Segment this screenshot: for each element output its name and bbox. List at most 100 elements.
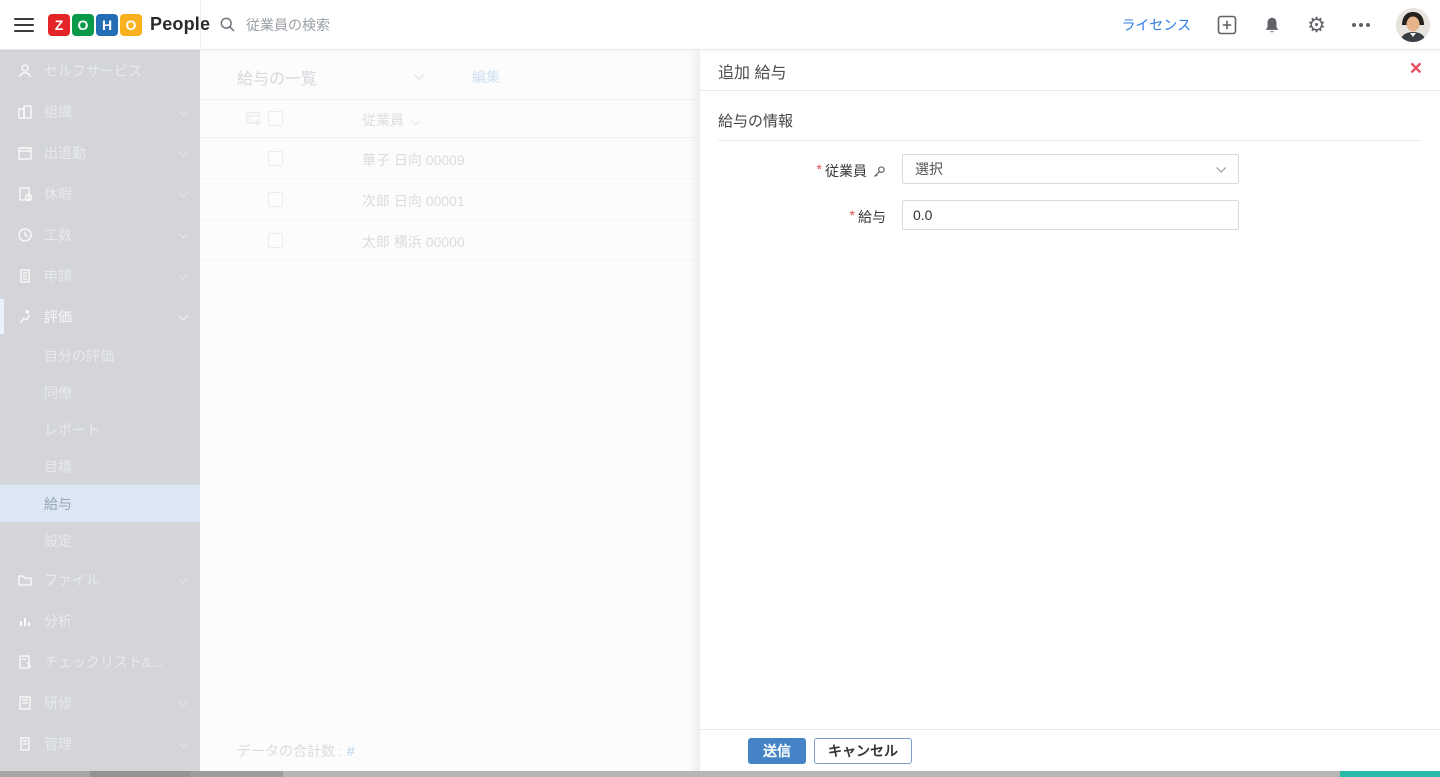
- employee-name: 太郎 横浜 00000: [362, 232, 465, 252]
- select-all-checkbox[interactable]: [268, 111, 283, 126]
- chevron-down-icon: [178, 697, 188, 707]
- sidebar-item-goals[interactable]: 目標: [0, 448, 200, 485]
- sidebar-item-my-review[interactable]: 自分の評価: [0, 337, 200, 374]
- top-bar: ZOHO People ライセンス ⚙: [0, 0, 1440, 50]
- user-avatar[interactable]: [1396, 8, 1430, 42]
- calendar-icon: [16, 144, 33, 161]
- list-title: 給与の一覧: [237, 65, 317, 89]
- chevron-down-icon: [178, 738, 188, 748]
- chevron-down-icon: [178, 147, 188, 157]
- employee-name: 次郎 日向 00001: [362, 191, 465, 211]
- salary-field-label: *給与: [700, 207, 886, 227]
- sidebar-item-label: 組織: [44, 102, 72, 122]
- chevron-down-icon: [178, 574, 188, 584]
- sidebar-item-label: 管理: [44, 734, 72, 754]
- sidebar-item-admin[interactable]: 管理: [0, 723, 200, 764]
- sidebar-item-label: 自分の評価: [44, 346, 114, 366]
- logo-letter-box: O: [120, 14, 142, 36]
- sidebar-item-training[interactable]: 研修: [0, 682, 200, 723]
- sidebar-item-checklist[interactable]: チェックリスト&...: [0, 641, 200, 682]
- required-mark: *: [850, 207, 855, 223]
- record-count-value: #: [347, 743, 355, 759]
- add-column-icon[interactable]: [245, 110, 262, 132]
- horizontal-scrollbar[interactable]: [0, 771, 1440, 777]
- section-title: 給与の情報: [718, 110, 793, 131]
- search-icon: [219, 16, 236, 33]
- sidebar-item-label: 出退勤: [44, 143, 86, 163]
- sidebar-item-label: ファイル: [44, 570, 100, 590]
- sidebar-item-label: セルフサービス: [44, 61, 142, 81]
- license-link[interactable]: ライセンス: [1121, 15, 1191, 35]
- sidebar-item-label: チェックリスト&...: [44, 652, 163, 672]
- sidebar-item-label: 同僚: [44, 383, 72, 403]
- global-search: [200, 0, 1020, 49]
- panel-footer: 送信 キャンセル: [700, 729, 1440, 772]
- sidebar-item-performance[interactable]: 評価: [0, 296, 200, 337]
- sidebar-item-files[interactable]: ファイル: [0, 559, 200, 600]
- sidebar-item-label: 申請: [44, 266, 72, 286]
- sidebar-item-colleagues[interactable]: 同僚: [0, 374, 200, 411]
- employee-select[interactable]: 選択: [902, 154, 1239, 184]
- zoho-people-logo[interactable]: ZOHO People: [48, 14, 210, 36]
- hamburger-menu-icon[interactable]: [14, 14, 34, 36]
- sort-chevron-down-icon: [411, 117, 419, 125]
- sidebar-item-organization[interactable]: 組織: [0, 91, 200, 132]
- employee-field-row: *従業員 選択: [700, 154, 1440, 186]
- add-box-icon[interactable]: [1217, 15, 1237, 35]
- submit-button[interactable]: 送信: [748, 738, 806, 764]
- lookup-key-icon: [872, 165, 886, 182]
- sidebar-item-label: レポート: [44, 420, 100, 440]
- sidebar-item-leave[interactable]: 休暇: [0, 173, 200, 214]
- logo-letter-box: O: [72, 14, 94, 36]
- edit-link[interactable]: 編集: [472, 67, 500, 87]
- required-mark: *: [817, 161, 822, 177]
- close-icon[interactable]: ×: [1410, 55, 1422, 82]
- sidebar-item-salary[interactable]: 給与: [0, 485, 200, 522]
- chevron-down-icon: [178, 311, 188, 321]
- sidebar-item-reports[interactable]: レポート: [0, 411, 200, 448]
- chevron-down-icon: [178, 229, 188, 239]
- performance-icon: [16, 308, 33, 325]
- salary-field-row: *給与: [700, 200, 1440, 232]
- sidebar-item-label: 研修: [44, 693, 72, 713]
- row-checkbox[interactable]: [268, 151, 283, 166]
- sidebar-item-attendance[interactable]: 出退勤: [0, 132, 200, 173]
- folder-icon: [16, 571, 33, 588]
- employee-name: 華子 日向 00009: [362, 150, 465, 170]
- user-icon: [16, 62, 33, 79]
- row-checkbox[interactable]: [268, 233, 283, 248]
- book-icon: [16, 694, 33, 711]
- panel-header: 追加 給与 ×: [700, 50, 1440, 91]
- sidebar-item-label: 目標: [44, 457, 72, 477]
- checklist-icon: [16, 653, 33, 670]
- sidebar-item-settings[interactable]: 設定: [0, 522, 200, 559]
- bell-icon[interactable]: [1263, 16, 1281, 35]
- sidebar-item-label: 給与: [44, 494, 72, 514]
- leave-icon: [16, 185, 33, 202]
- clock-icon: [16, 226, 33, 243]
- more-icon[interactable]: [1352, 23, 1370, 27]
- sidebar-item-timesheet[interactable]: 工数: [0, 214, 200, 255]
- employee-field-label: *従業員: [700, 161, 886, 182]
- sidebar-item-self-service[interactable]: セルフサービス: [0, 50, 200, 91]
- row-checkbox[interactable]: [268, 192, 283, 207]
- gear-icon[interactable]: ⚙: [1307, 15, 1326, 36]
- sidebar-nav: セルフサービス 組織 出退勤 休暇 工数 申請 評価 自分の評価 同僚 レポート: [0, 50, 200, 771]
- adminDoc-icon: [16, 735, 33, 752]
- sidebar-item-label: 設定: [44, 531, 72, 551]
- sidebar-item-label: 工数: [44, 225, 72, 245]
- doc-icon: [16, 267, 33, 284]
- chevron-down-icon: [178, 270, 188, 280]
- column-header-employee[interactable]: 従業員: [362, 110, 418, 130]
- sidebar-item-analytics[interactable]: 分析: [0, 600, 200, 641]
- search-input[interactable]: [246, 17, 606, 33]
- salary-input[interactable]: [902, 200, 1239, 230]
- sidebar-item-label: 休暇: [44, 184, 72, 204]
- panel-title: 追加 給与: [718, 59, 786, 83]
- sidebar-item-requests[interactable]: 申請: [0, 255, 200, 296]
- logo-letter-box: Z: [48, 14, 70, 36]
- top-right-actions: ライセンス ⚙: [1121, 0, 1430, 50]
- list-view-chevron-down-icon[interactable]: [414, 70, 424, 80]
- cancel-button[interactable]: キャンセル: [814, 738, 912, 764]
- section-divider: [718, 140, 1422, 141]
